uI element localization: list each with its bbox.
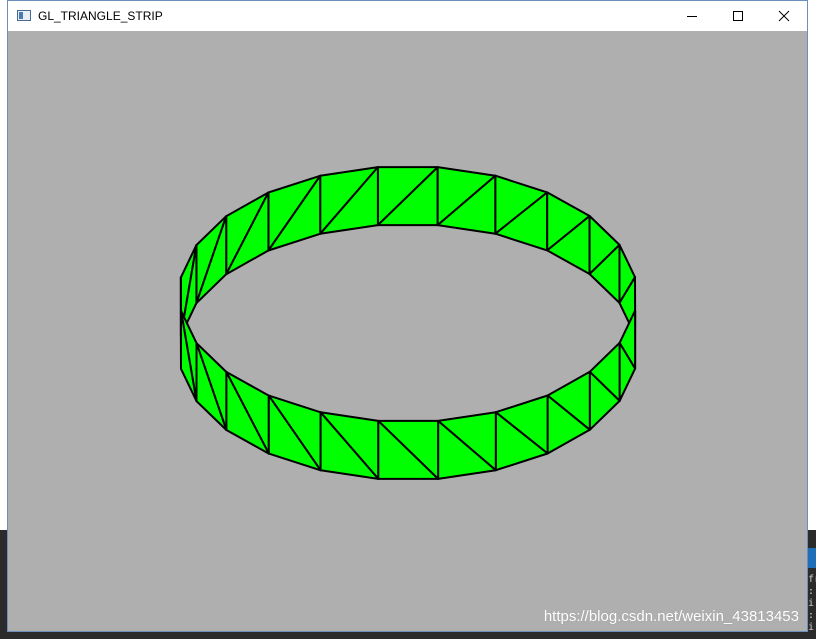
strip-segment [225, 191, 270, 276]
opengl-viewport[interactable]: https://blog.csdn.net/weixin_43813453 [8, 31, 807, 631]
strip-segment [377, 419, 440, 480]
close-icon [778, 10, 790, 22]
close-button[interactable] [761, 1, 807, 31]
strip-segment [225, 371, 270, 455]
strip-segment [319, 411, 380, 480]
strip-segment [588, 341, 621, 431]
strip-segment [267, 394, 322, 472]
strip-segment [588, 215, 621, 304]
strip-segment [436, 166, 497, 235]
strip-segment [618, 309, 637, 402]
strip-segment [180, 309, 198, 403]
strip-segment [494, 394, 549, 472]
strip-segment [546, 370, 591, 455]
app-icon[interactable] [17, 10, 31, 21]
minimize-button[interactable] [669, 1, 715, 31]
background-console-text: fr : i : i [808, 574, 816, 633]
maximize-icon [733, 11, 743, 21]
minimize-icon [687, 16, 697, 17]
maximize-button[interactable] [715, 1, 761, 31]
strip-segment [195, 342, 228, 431]
strip-segment [267, 174, 322, 252]
app-window: GL_TRIANGLE_STRIP https://blog.csdn.net/… [7, 0, 808, 632]
strip-segment [319, 166, 379, 235]
strip-segment [494, 174, 549, 252]
triangle-strip-ring [179, 166, 637, 480]
strip-segment [195, 215, 228, 305]
strip-segment [546, 191, 591, 275]
strip-segment [437, 411, 497, 480]
watermark: https://blog.csdn.net/weixin_43813453 [543, 608, 799, 625]
strip-segment [376, 166, 439, 227]
window-title: GL_TRIANGLE_STRIP [38, 9, 163, 23]
title-bar[interactable]: GL_TRIANGLE_STRIP [8, 1, 807, 31]
